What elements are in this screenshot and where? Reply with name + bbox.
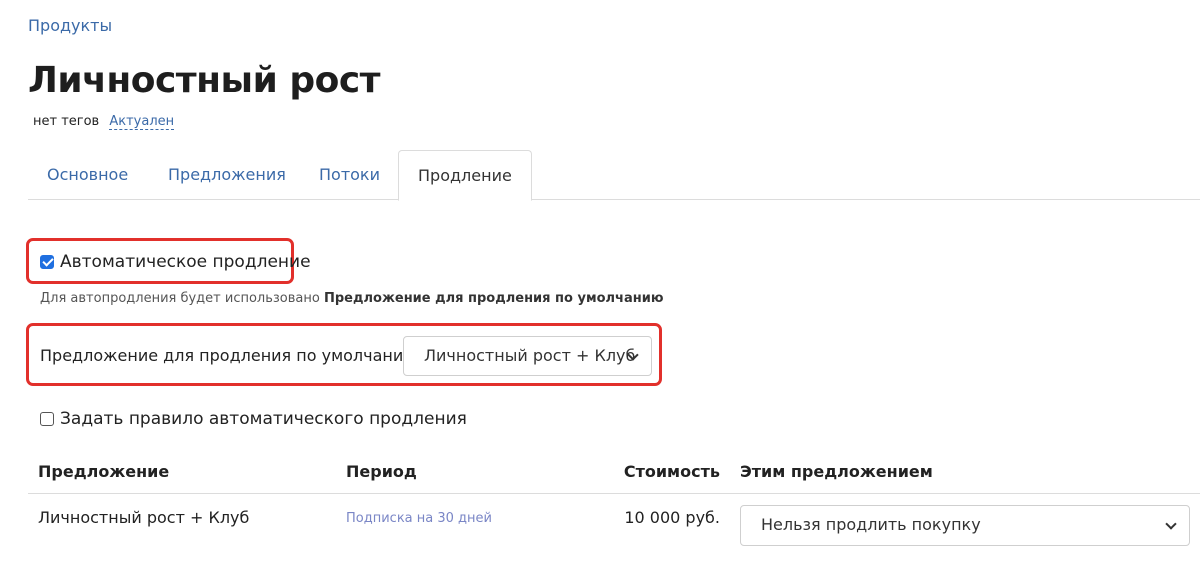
- table-cell-period-link[interactable]: Подписка на 30 дней: [346, 511, 492, 526]
- tab-main[interactable]: Основное: [28, 150, 147, 200]
- renewal-action-value: Нельзя продлить покупку: [761, 515, 981, 534]
- renewal-rule-row[interactable]: Задать правило автоматического продления: [40, 409, 467, 429]
- default-offer-label: Предложение для продления по умолчанию:: [40, 346, 423, 365]
- tab-offers[interactable]: Предложения: [149, 150, 305, 200]
- renewal-rule-label[interactable]: Задать правило автоматического продления: [60, 409, 467, 429]
- tab-renewal[interactable]: Продление: [398, 150, 532, 201]
- auto-renewal-hint: Для автопродления будет использовано Пре…: [40, 291, 663, 306]
- default-offer-select[interactable]: Личностный рост + Клуб: [403, 336, 652, 376]
- table-divider: [28, 493, 1200, 494]
- auto-renewal-row[interactable]: Автоматическое продление: [40, 252, 311, 272]
- auto-renewal-label[interactable]: Автоматическое продление: [60, 252, 311, 272]
- table-cell-offer: Личностный рост + Клуб: [38, 508, 250, 527]
- table-cell-price: 10 000 руб.: [624, 508, 720, 527]
- status-link[interactable]: Актуален: [109, 114, 175, 130]
- page-title: Личностный рост: [28, 60, 381, 101]
- table-header-action: Этим предложением: [740, 462, 933, 481]
- renewal-action-select[interactable]: Нельзя продлить покупку: [740, 505, 1190, 546]
- renewal-rule-checkbox[interactable]: [40, 412, 54, 426]
- breadcrumb-products-link[interactable]: Продукты: [28, 16, 112, 35]
- tab-streams[interactable]: Потоки: [300, 150, 399, 200]
- table-header-period: Период: [346, 462, 417, 481]
- table-header-price: Стоимость: [623, 462, 720, 481]
- hint-text: Для автопродления будет использовано: [40, 291, 320, 306]
- product-meta: нет тегов Актуален: [33, 114, 175, 130]
- tabs-bar: Основное Предложения Потоки Продление: [28, 150, 1200, 201]
- default-offer-value: Личностный рост + Клуб: [424, 346, 636, 365]
- auto-renewal-checkbox[interactable]: [40, 255, 54, 269]
- tags-text: нет тегов: [33, 114, 100, 129]
- table-header-offer: Предложение: [38, 462, 170, 481]
- hint-bold-text: Предложение для продления по умолчанию: [323, 291, 664, 306]
- chevron-down-icon: [1165, 518, 1177, 530]
